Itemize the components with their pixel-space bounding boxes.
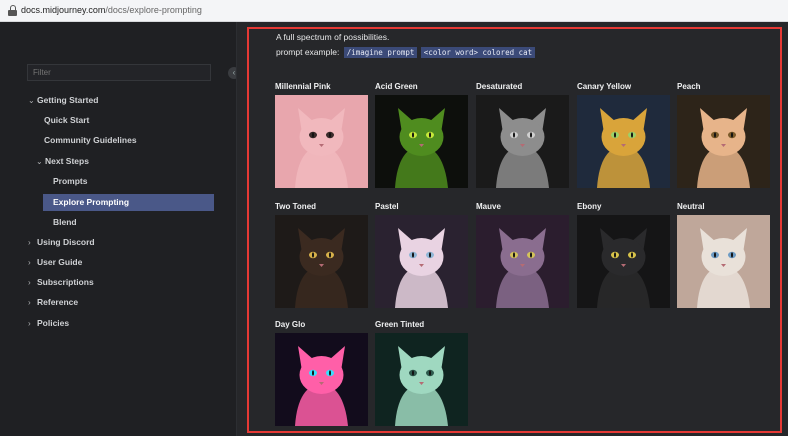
card-label: Canary Yellow — [577, 82, 632, 91]
sidebar-item-using-discord[interactable]: › Using Discord — [28, 233, 95, 251]
sidebar — [0, 22, 236, 436]
sidebar-item-blend[interactable]: Blend — [53, 213, 77, 231]
lock-icon — [8, 5, 17, 16]
sidebar-item-next-steps[interactable]: ⌄ Next Steps — [36, 152, 89, 170]
sidebar-item-user-guide[interactable]: › User Guide — [28, 253, 82, 271]
sidebar-item-policies[interactable]: › Policies — [28, 314, 69, 332]
chevron-right-icon: › — [28, 298, 31, 307]
url-text[interactable]: docs.midjourney.com/docs/explore-prompti… — [21, 5, 202, 15]
sidebar-item-community-guidelines[interactable]: Community Guidelines — [44, 131, 137, 149]
sidebar-item-subscriptions[interactable]: › Subscriptions — [28, 273, 94, 291]
card-label: Pastel — [375, 202, 399, 211]
card-label: Mauve — [476, 202, 501, 211]
cat-image — [577, 95, 670, 188]
chevron-down-icon: ⌄ — [36, 157, 43, 166]
chevron-right-icon: › — [28, 319, 31, 328]
sidebar-item-getting-started[interactable]: ⌄ Getting Started — [28, 91, 98, 109]
cat-image — [476, 95, 569, 188]
card-label: Green Tinted — [375, 320, 425, 329]
cat-image — [275, 215, 368, 308]
cat-image — [375, 95, 468, 188]
chevron-right-icon: › — [28, 278, 31, 287]
card-label: Day Glo — [275, 320, 306, 329]
chevron-right-icon: › — [28, 238, 31, 247]
sidebar-item-explore-prompting[interactable]: Explore Prompting — [53, 193, 129, 211]
cat-image — [677, 95, 770, 188]
cat-image — [677, 215, 770, 308]
browser-address-bar[interactable]: docs.midjourney.com/docs/explore-prompti… — [0, 0, 788, 22]
cat-image — [375, 333, 468, 426]
cat-image — [275, 333, 368, 426]
card-label: Two Toned — [275, 202, 317, 211]
chevron-down-icon: ⌄ — [28, 96, 35, 105]
cat-image — [375, 215, 468, 308]
prompt-code: <color word> colored cat — [420, 47, 536, 58]
card-label: Ebony — [577, 202, 602, 211]
card-label: Millennial Pink — [275, 82, 331, 91]
prompt-example: prompt example: /imagine prompt <color w… — [276, 47, 536, 58]
sidebar-item-prompts[interactable]: Prompts — [53, 172, 87, 190]
section-subtitle: A full spectrum of possibilities. — [276, 32, 390, 42]
prompt-code: /imagine prompt — [343, 47, 418, 58]
cat-image — [476, 215, 569, 308]
card-label: Neutral — [677, 202, 705, 211]
sidebar-item-reference[interactable]: › Reference — [28, 293, 78, 311]
sidebar-item-quick-start[interactable]: Quick Start — [44, 111, 89, 129]
cat-image — [275, 95, 368, 188]
cat-image — [577, 215, 670, 308]
chevron-right-icon: › — [28, 258, 31, 267]
filter-input[interactable] — [27, 64, 211, 81]
card-label: Acid Green — [375, 82, 418, 91]
card-label: Desaturated — [476, 82, 523, 91]
card-label: Peach — [677, 82, 701, 91]
